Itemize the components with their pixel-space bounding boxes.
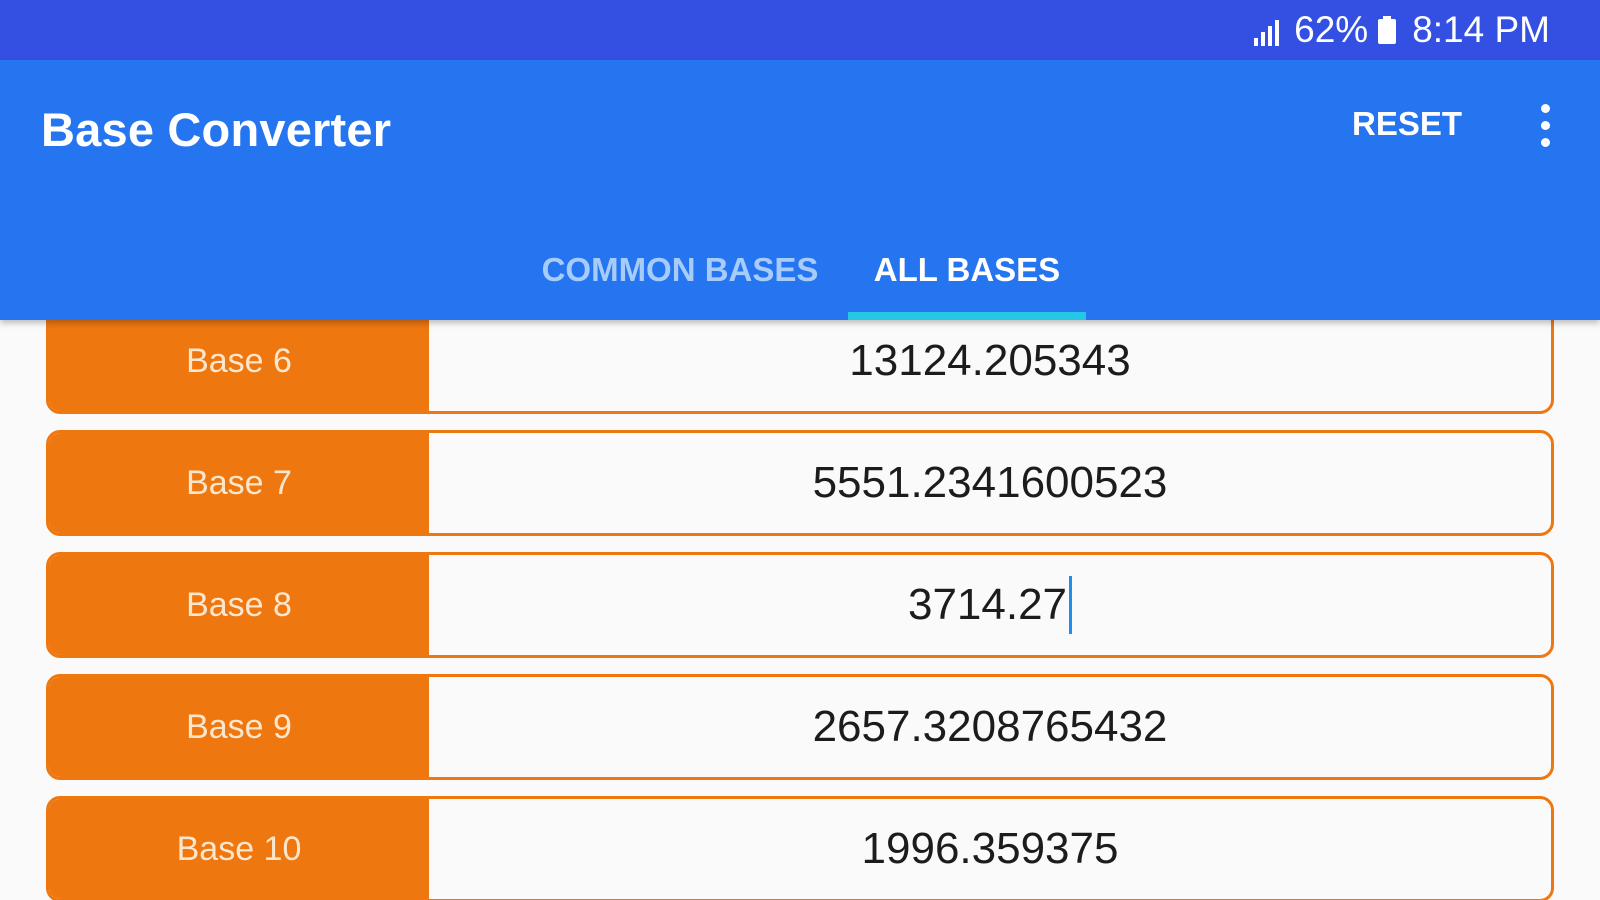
battery-percent: 62% — [1294, 9, 1369, 50]
base-value-field[interactable]: 1996.359375 — [429, 799, 1551, 899]
base-label: Base 10 — [49, 799, 429, 899]
base-value-text: 1996.359375 — [861, 824, 1119, 873]
tab-label: ALL BASES — [873, 251, 1061, 288]
status-time: 8:14 PM — [1412, 9, 1550, 50]
tab-all-bases[interactable]: ALL BASES — [848, 220, 1086, 320]
tab-bar: COMMON BASES ALL BASES — [0, 220, 1600, 320]
tab-common-bases[interactable]: COMMON BASES — [520, 220, 840, 320]
base-row-8: Base 8 3714.27 — [46, 552, 1554, 658]
tab-label: COMMON BASES — [541, 251, 819, 288]
base-label: Base 6 — [49, 320, 429, 411]
base-value-text: 2657.3208765432 — [812, 702, 1168, 751]
battery-icon — [1378, 16, 1397, 44]
app-bar: Base Converter RESET COMMON BASES ALL BA… — [0, 60, 1600, 320]
bases-list[interactable]: Base 6 13124.205343 Base 7 5551.23416005… — [0, 320, 1600, 900]
base-value-field[interactable]: 5551.2341600523 — [429, 433, 1551, 533]
reset-button[interactable]: RESET — [1352, 105, 1462, 143]
base-row-10: Base 10 1996.359375 — [46, 796, 1554, 900]
base-value-field[interactable]: 2657.3208765432 — [429, 677, 1551, 777]
base-value-text: 3714.27 — [907, 580, 1068, 629]
base-row-9: Base 9 2657.3208765432 — [46, 674, 1554, 780]
text-caret — [1069, 576, 1073, 634]
signal-icon — [1252, 15, 1282, 46]
status-bar: 62% 8:14 PM — [0, 0, 1600, 60]
app-title: Base Converter — [41, 103, 392, 156]
base-row-6: Base 6 13124.205343 — [46, 320, 1554, 414]
base-label: Base 8 — [49, 555, 429, 655]
base-value-field[interactable]: 13124.205343 — [429, 320, 1551, 411]
base-value-field[interactable]: 3714.27 — [429, 555, 1551, 655]
base-value-text: 5551.2341600523 — [812, 458, 1168, 507]
more-vert-icon[interactable] — [1530, 102, 1560, 152]
tab-indicator — [848, 312, 1086, 320]
base-row-7: Base 7 5551.2341600523 — [46, 430, 1554, 536]
base-value-text: 13124.205343 — [849, 336, 1131, 385]
base-label: Base 9 — [49, 677, 429, 777]
base-label: Base 7 — [49, 433, 429, 533]
